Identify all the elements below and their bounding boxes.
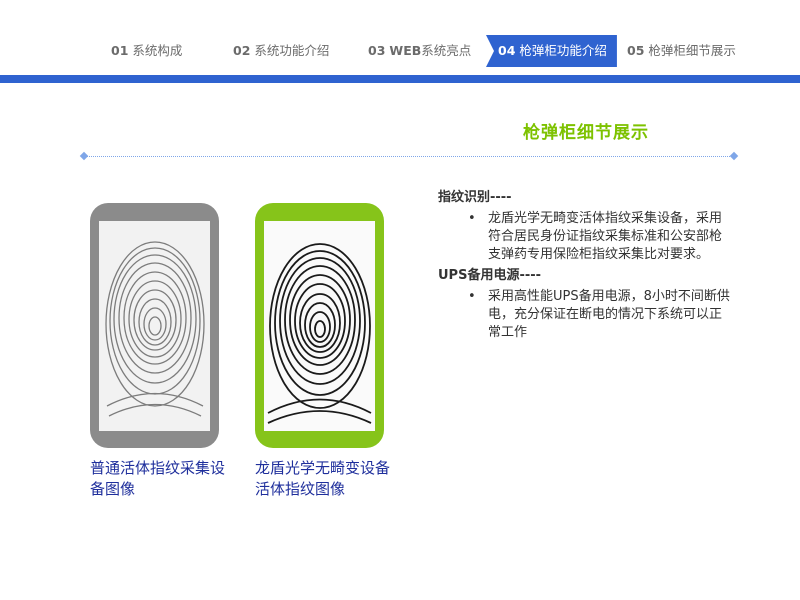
phone-frame-longdun [255,203,384,448]
feature-description: 指纹识别---- • 龙盾光学无畸变活体指纹采集设备，采用符合居民身份证指纹采集… [438,188,768,344]
caption-longdun-device: 龙盾光学无畸变设备活体指纹图像 [255,459,391,498]
feature-bullet-fingerprint: • 龙盾光学无畸变活体指纹采集设备，采用符合居民身份证指纹采集标准和公安部枪支弹… [468,211,723,262]
fingerprint-icon [105,241,205,417]
header-divider-bar [0,75,800,83]
nav-item-cabinet-details[interactable]: 05 枪弹柜细节展示 [627,41,736,61]
fingerprint-image-standard [99,221,210,431]
nav-item-system-functions[interactable]: 02 系统功能介绍 [233,41,329,61]
divider-end-right [729,151,739,161]
divider-end-left [79,151,89,161]
feature-bullet-ups: • 采用高性能UPS备用电源，8小时不间断供电，充分保证在断电的情况下系统可以正… [468,289,730,340]
nav-item-web-highlights[interactable]: 03 WEB系统亮点 [368,41,471,61]
section-title: 枪弹柜细节展示 [523,123,649,143]
bullet-dot: • [468,211,476,226]
caption-standard-device: 普通活体指纹采集设备图像 [90,459,226,498]
feature-heading-ups: UPS备用电源---- [438,268,542,283]
feature-heading-fingerprint: 指纹识别---- [438,190,512,205]
phone-frame-standard [90,203,219,448]
bullet-dot: • [468,289,476,304]
fingerprint-image-longdun [264,221,375,431]
nav-item-cabinet-functions[interactable]: 04 枪弹柜功能介绍 [486,35,617,67]
dotted-divider [84,156,734,157]
nav-item-system-composition[interactable]: 01 系统构成 [111,41,182,61]
top-navigation: 01 系统构成 02 系统功能介绍 03 WEB系统亮点 04 枪弹柜功能介绍 05 枪弹… [0,0,800,78]
fingerprint-icon [267,243,372,424]
